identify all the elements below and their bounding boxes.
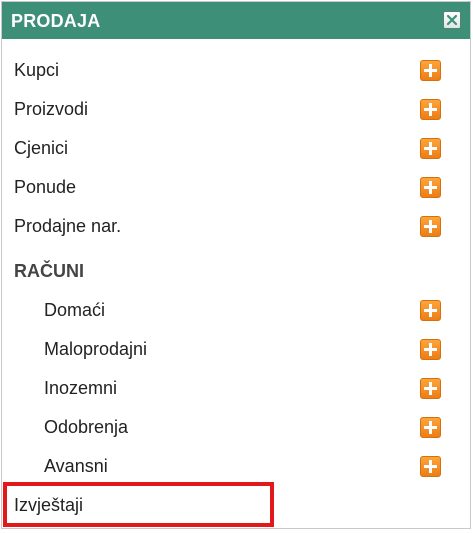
menu-item-inozemni[interactable]: Inozemni: [2, 369, 470, 408]
menu-item-maloprodajni[interactable]: Maloprodajni: [2, 330, 470, 369]
add-icon[interactable]: [420, 378, 441, 399]
menu-item-label: Avansni: [44, 456, 108, 476]
menu-item-label: Inozemni: [44, 378, 118, 398]
panel-title: PRODAJA: [11, 11, 101, 31]
add-icon[interactable]: [420, 60, 441, 81]
menu-item-cjenici[interactable]: Cjenici: [2, 129, 470, 168]
menu-item-label: Domaći: [44, 300, 106, 320]
menu-item-label: Prodajne nar.: [14, 216, 122, 236]
menu-item-label: Izvještaji: [14, 495, 84, 515]
add-icon[interactable]: [420, 456, 441, 477]
close-icon: [446, 14, 458, 26]
menu-item-label: Ponude: [14, 177, 77, 197]
add-icon[interactable]: [420, 300, 441, 321]
add-icon[interactable]: [420, 216, 441, 237]
menu-item-kupci[interactable]: Kupci: [2, 51, 470, 90]
add-icon[interactable]: [420, 417, 441, 438]
menu-item-label: Cjenici: [14, 138, 69, 158]
menu-item-label: Proizvodi: [14, 99, 89, 119]
menu-item-label: Kupci: [14, 60, 60, 80]
menu-item-prodajne-nar[interactable]: Prodajne nar.: [2, 207, 470, 246]
menu-item-domaci[interactable]: Domaći: [2, 291, 470, 330]
menu-item-avansni[interactable]: Avansni: [2, 447, 470, 486]
menu-item-label: Odobrenja: [44, 417, 129, 437]
section-title-racuni: RAČUNI: [14, 261, 84, 281]
menu-item-ponude[interactable]: Ponude: [2, 168, 470, 207]
add-icon[interactable]: [420, 138, 441, 159]
add-icon[interactable]: [420, 99, 441, 120]
add-icon[interactable]: [420, 339, 441, 360]
close-button[interactable]: [443, 11, 461, 29]
sales-panel: PRODAJA Kupci Proizvodi Cjenici Ponude P…: [1, 1, 471, 529]
menu-item-proizvodi[interactable]: Proizvodi: [2, 90, 470, 129]
menu-item-izvjestaji[interactable]: Izvještaji: [2, 486, 470, 525]
menu-item-label: Maloprodajni: [44, 339, 148, 359]
panel-header: PRODAJA: [2, 2, 470, 39]
add-icon[interactable]: [420, 177, 441, 198]
menu-item-odobrenja[interactable]: Odobrenja: [2, 408, 470, 447]
